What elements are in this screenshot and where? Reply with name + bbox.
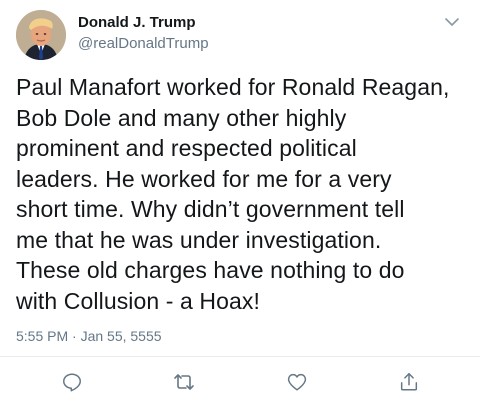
- heart-icon[interactable]: [285, 370, 309, 394]
- reply-icon[interactable]: [60, 370, 84, 394]
- handle[interactable]: @realDonaldTrump: [78, 34, 209, 54]
- avatar[interactable]: [16, 10, 66, 60]
- timestamp[interactable]: 5:55 PM · Jan 55, 5555: [16, 328, 162, 344]
- tweet-card: Donald J. Trump @realDonaldTrump Paul Ma…: [0, 0, 480, 410]
- tweet-text: Paul Manafort worked for Ronald Reagan, …: [16, 74, 450, 314]
- share-icon[interactable]: [397, 370, 421, 394]
- profile-photo-icon: [16, 10, 66, 60]
- chevron-down-icon[interactable]: [442, 12, 462, 32]
- action-bar: [0, 370, 480, 400]
- display-name[interactable]: Donald J. Trump: [78, 14, 209, 32]
- retweet-icon[interactable]: [172, 370, 196, 394]
- divider: [0, 356, 480, 357]
- author-names: Donald J. Trump @realDonaldTrump: [78, 14, 209, 54]
